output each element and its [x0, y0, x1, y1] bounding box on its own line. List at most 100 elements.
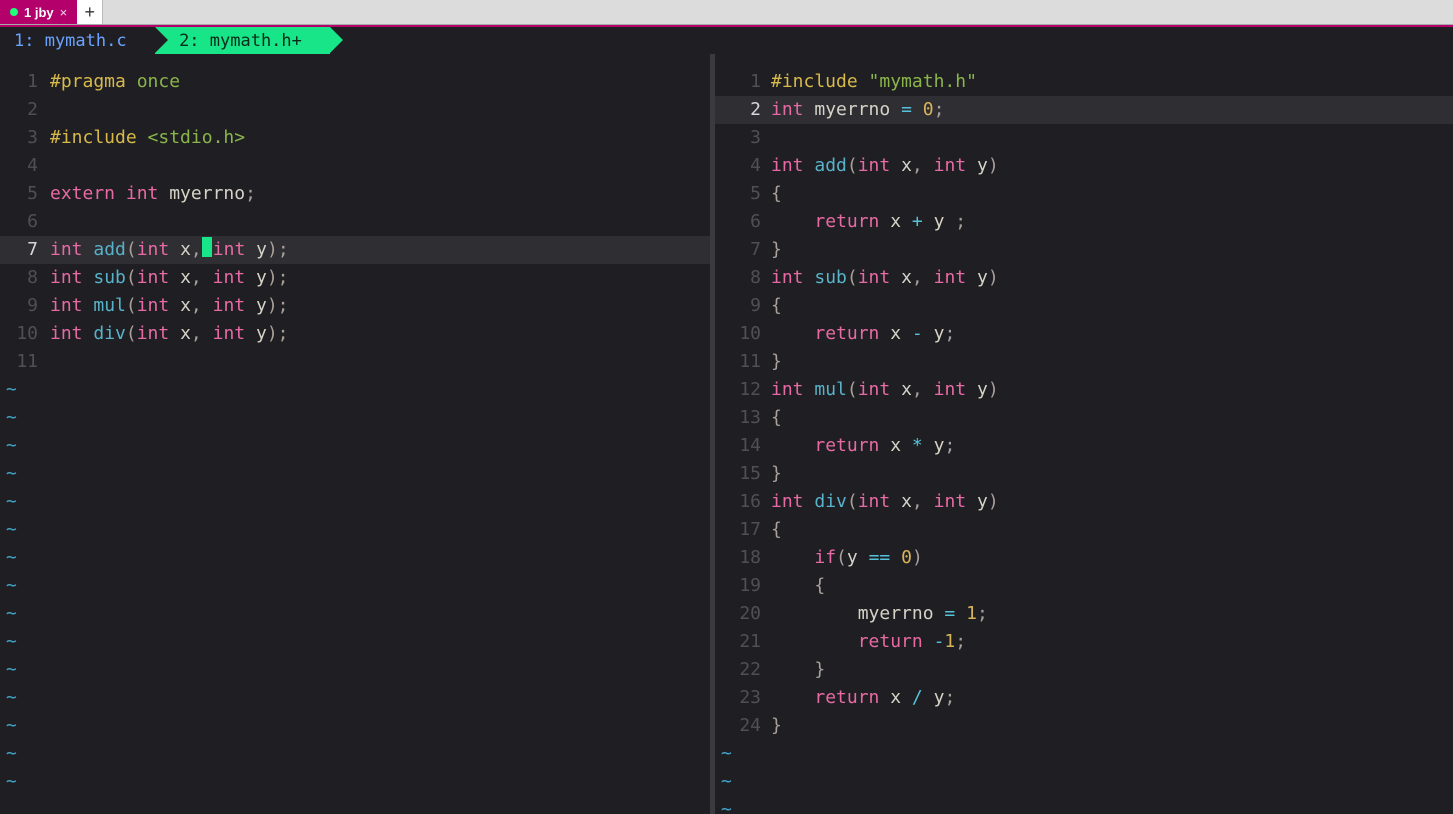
line-number: 17 — [715, 516, 767, 544]
token-kw: int — [771, 491, 814, 512]
token-punc: ) — [267, 239, 278, 260]
token-id: y — [256, 239, 267, 260]
app-tab-active[interactable]: 1 jby × — [0, 0, 77, 24]
code-line[interactable]: #include "mymath.h" — [771, 68, 1453, 96]
token-num: 1 — [966, 603, 977, 624]
token-kw: int — [858, 155, 901, 176]
pane-right[interactable]: 123456789101112131415161718192021222324 … — [715, 54, 1453, 814]
code-line[interactable] — [771, 124, 1453, 152]
token-id: myerrno — [169, 183, 245, 204]
token-sp — [771, 659, 814, 680]
token-op: = — [944, 603, 966, 624]
token-num: 1 — [944, 631, 955, 652]
token-id: y — [934, 211, 956, 232]
plus-icon: + — [84, 2, 95, 23]
code-line[interactable]: return x * y; — [771, 432, 1453, 460]
token-kw: return — [814, 323, 890, 344]
pane-left[interactable]: 1234567891011 #pragma once#include <stdi… — [0, 54, 710, 814]
token-kw: int — [771, 155, 814, 176]
code-line[interactable]: } — [771, 236, 1453, 264]
buffer-tab-2[interactable]: 2: mymath.h+ — [155, 27, 330, 54]
token-sp — [771, 603, 858, 624]
new-tab-button[interactable]: + — [77, 0, 103, 24]
token-op: * — [912, 435, 934, 456]
empty-line-tilde: ~ — [2, 404, 17, 432]
token-id: x — [901, 267, 912, 288]
token-kw: int — [137, 323, 180, 344]
code-line[interactable]: return x + y ; — [771, 208, 1453, 236]
code-line[interactable]: int sub(int x, int y); — [50, 264, 710, 292]
code-line[interactable]: extern int myerrno; — [50, 180, 710, 208]
code-line[interactable]: return x - y; — [771, 320, 1453, 348]
token-punc: , — [912, 491, 934, 512]
empty-line-tilde: ~ — [2, 712, 17, 740]
code-line[interactable]: int myerrno = 0; — [771, 96, 1453, 124]
code-line[interactable]: } — [771, 348, 1453, 376]
code-column[interactable]: #include "mymath.h"int myerrno = 0; int a… — [771, 68, 1453, 740]
code-line[interactable]: int div(int x, int y); — [50, 320, 710, 348]
code-line[interactable]: myerrno = 1; — [771, 600, 1453, 628]
code-line[interactable]: int mul(int x, int y) — [771, 376, 1453, 404]
token-fn: mul — [814, 379, 847, 400]
token-punc: ( — [847, 155, 858, 176]
code-line[interactable]: return x / y; — [771, 684, 1453, 712]
code-line[interactable]: int mul(int x, int y); — [50, 292, 710, 320]
code-line[interactable]: if(y == 0) — [771, 544, 1453, 572]
code-line[interactable]: int div(int x, int y) — [771, 488, 1453, 516]
token-punc: ( — [847, 379, 858, 400]
token-op: / — [912, 687, 934, 708]
token-kw: int — [934, 379, 977, 400]
token-kw: return — [814, 687, 890, 708]
line-number: 10 — [715, 320, 767, 348]
code-line[interactable]: return -1; — [771, 628, 1453, 656]
token-punc: ; — [278, 267, 289, 288]
code-line[interactable]: #include <stdio.h> — [50, 124, 710, 152]
line-number: 6 — [715, 208, 767, 236]
token-kw: int — [50, 267, 93, 288]
app-tab-title: 1 jby — [24, 5, 54, 20]
token-sp — [771, 435, 814, 456]
cursor — [202, 237, 212, 257]
token-kw: if — [814, 547, 836, 568]
code-line[interactable] — [50, 348, 710, 376]
token-punc: ; — [245, 183, 256, 204]
code-line[interactable]: { — [771, 404, 1453, 432]
code-line[interactable]: int add(int x, int y) — [771, 152, 1453, 180]
token-kw: int — [858, 491, 901, 512]
close-icon[interactable]: × — [60, 5, 68, 20]
token-kw: int — [137, 239, 180, 260]
token-kw: int — [934, 155, 977, 176]
code-line[interactable]: } — [771, 712, 1453, 740]
code-column[interactable]: #pragma once #include <stdio.h> extern int… — [50, 68, 710, 376]
code-line[interactable] — [50, 96, 710, 124]
code-line[interactable]: int sub(int x, int y) — [771, 264, 1453, 292]
token-punc: , — [912, 155, 934, 176]
code-line[interactable]: { — [771, 516, 1453, 544]
code-line[interactable] — [50, 208, 710, 236]
token-punc: ) — [988, 379, 999, 400]
token-id: y — [934, 687, 945, 708]
code-line[interactable]: { — [771, 180, 1453, 208]
empty-line-tilde: ~ — [2, 628, 17, 656]
token-punc: , — [191, 239, 202, 260]
line-number: 11 — [0, 348, 46, 376]
code-line[interactable]: #pragma once — [50, 68, 710, 96]
empty-line-tilde: ~ — [2, 656, 17, 684]
token-punc: { — [771, 183, 782, 204]
token-kw: int — [50, 239, 93, 260]
line-number: 4 — [0, 152, 46, 180]
token-sp — [771, 323, 814, 344]
code-line[interactable]: { — [771, 292, 1453, 320]
code-line[interactable]: } — [771, 460, 1453, 488]
token-id: x — [890, 211, 912, 232]
token-punc: ; — [944, 435, 955, 456]
token-id: x — [890, 687, 912, 708]
empty-line-tilde: ~ — [2, 432, 17, 460]
code-line[interactable] — [50, 152, 710, 180]
code-line[interactable]: { — [771, 572, 1453, 600]
code-line[interactable]: int add(int x,int y); — [50, 236, 710, 264]
token-sp — [771, 547, 814, 568]
buffer-tab-1[interactable]: 1: mymath.c — [0, 27, 155, 54]
code-line[interactable]: } — [771, 656, 1453, 684]
token-num: 0 — [923, 99, 934, 120]
